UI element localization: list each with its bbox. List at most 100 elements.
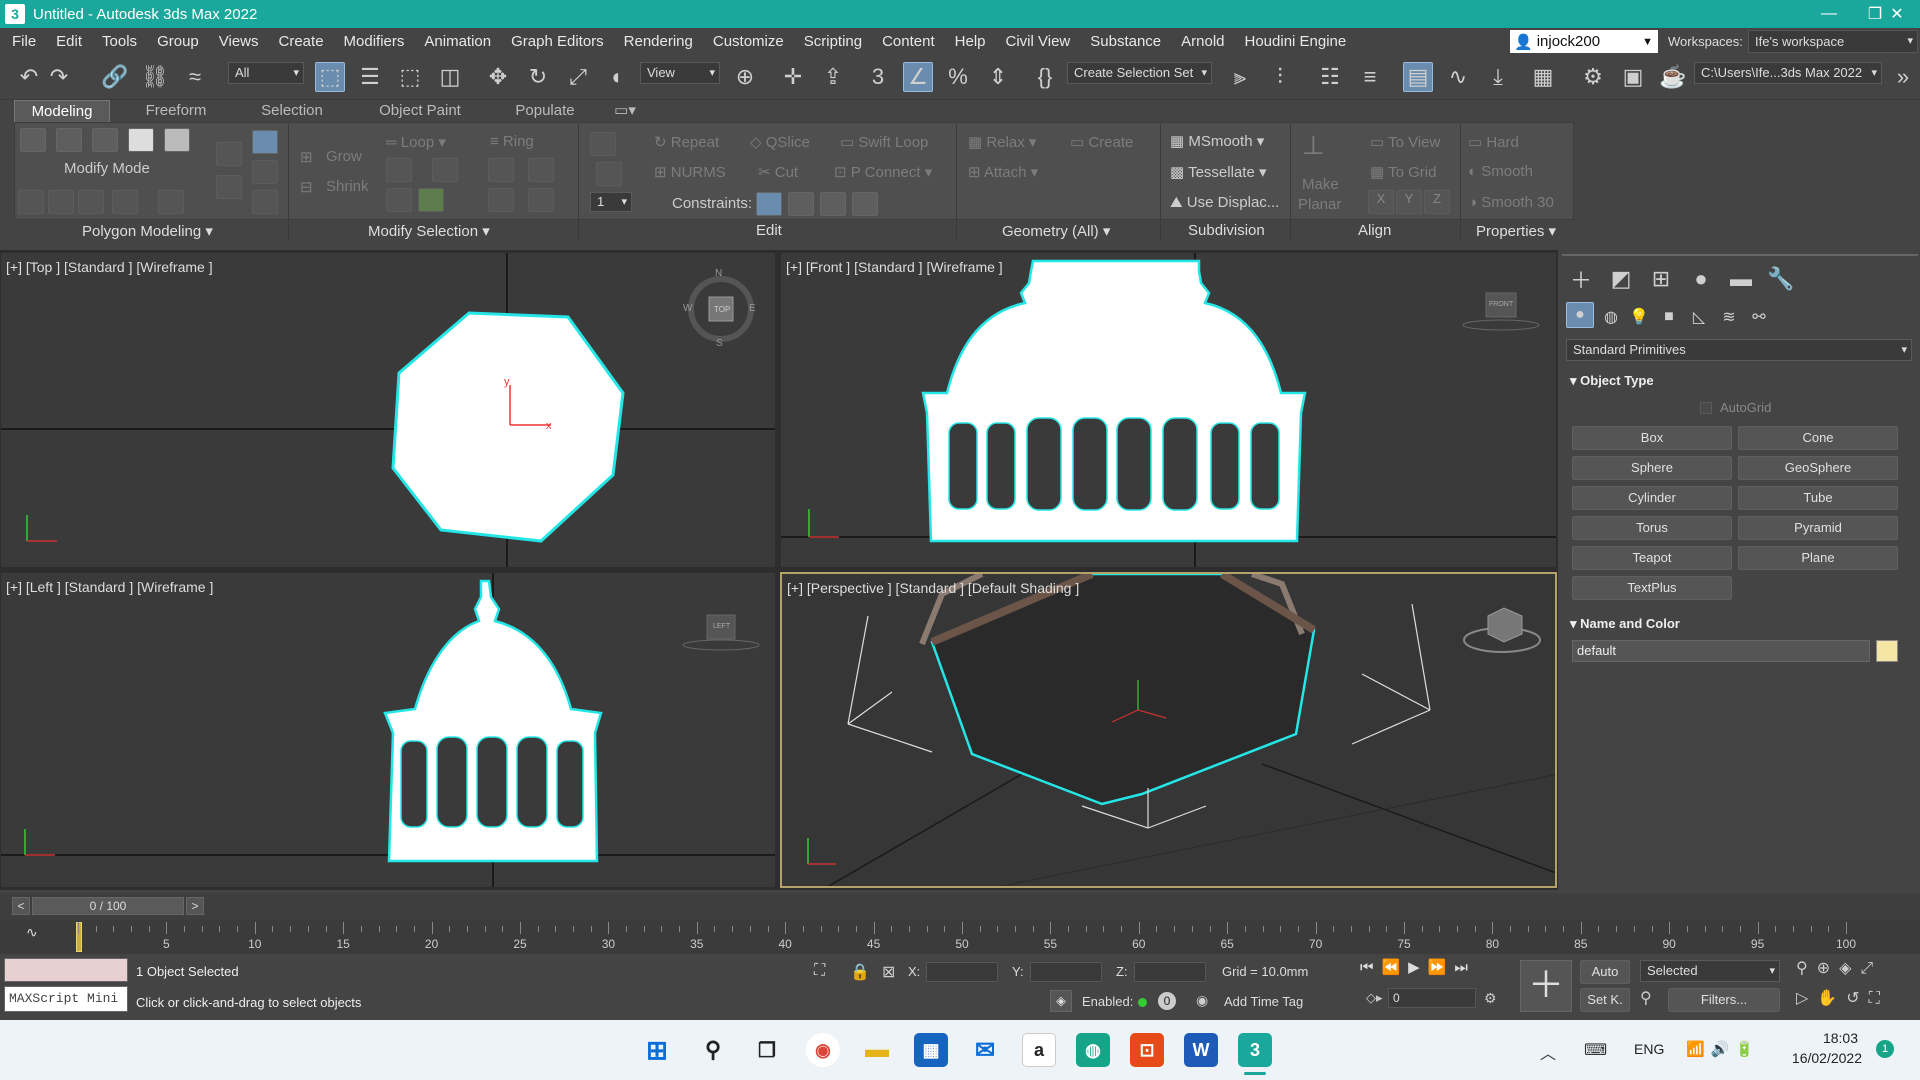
shapes-icon[interactable]: ◍ (1596, 302, 1626, 332)
group-edit[interactable]: Edit (756, 222, 782, 240)
tessellate-button[interactable]: ▩ Tessellate ▾ (1170, 163, 1266, 181)
align-x-button[interactable]: X (1368, 190, 1394, 214)
link-icon[interactable]: 🔗 (100, 62, 130, 92)
make-planar-label-2[interactable]: Planar (1298, 196, 1341, 213)
viewport-navigation-icons-2[interactable]: ▷✋↺⛶ (1796, 988, 1889, 1008)
name-and-color-rollout[interactable]: ▾ Name and Color (1570, 616, 1680, 632)
mirror-icon[interactable]: ⫸ (1225, 62, 1255, 92)
select-by-name-icon[interactable]: ☰ (355, 62, 385, 92)
ignore-backfacing-icon[interactable] (158, 190, 184, 214)
create-button[interactable]: ▭ Create (1070, 133, 1133, 151)
keyboard-shortcut-override-icon[interactable]: ⇪ (818, 62, 848, 92)
playback-controls[interactable]: ⏮⏪▶⏩⏭ (1360, 958, 1476, 976)
3ds-max-icon[interactable]: 3 (1238, 1033, 1272, 1067)
notification-badge[interactable]: 1 (1876, 1040, 1894, 1058)
utilities-panel-icon[interactable]: 🔧 (1766, 264, 1796, 294)
menu-substance[interactable]: Substance (1080, 33, 1171, 50)
edge-icon[interactable] (56, 128, 82, 152)
current-frame-field[interactable]: 0 (1388, 988, 1476, 1008)
enabled-indicator[interactable] (1138, 998, 1147, 1007)
tab-object-paint[interactable]: Object Paint (365, 100, 475, 122)
systems-icon[interactable]: ⚯ (1744, 302, 1774, 332)
grow-button[interactable]: Grow (326, 148, 362, 165)
tab-modeling[interactable]: Modeling (14, 100, 110, 122)
ring-mode-icon[interactable] (528, 188, 554, 212)
ring-select-icon[interactable] (488, 188, 514, 212)
ribbon-options-icon[interactable]: ▭▾ (610, 100, 640, 122)
viewport-left-label[interactable]: [+] [Left ] [Standard ] [Wireframe ] (6, 579, 213, 595)
viewport-front-label[interactable]: [+] [Front ] [Standard ] [Wireframe ] (786, 259, 1003, 275)
ring-button[interactable]: ≡ Ring (490, 133, 534, 150)
search-icon[interactable]: ⚲ (696, 1033, 730, 1067)
p-connect-button[interactable]: ⊡ P Connect ▾ (834, 163, 932, 181)
maxscript-listener-output[interactable] (4, 958, 128, 982)
clock-date[interactable]: 16/02/2022 (1782, 1050, 1862, 1066)
project-folder-dropdown[interactable]: C:\Users\Ife...3ds Max 2022 (1694, 62, 1882, 84)
preserve-uv-icon[interactable] (590, 132, 616, 156)
auto-key-button[interactable]: Auto (1580, 960, 1630, 984)
undo-icon[interactable]: ↶ (14, 62, 44, 92)
chevron-up-icon[interactable]: ︿ (1540, 1040, 1556, 1064)
make-planar-label-1[interactable]: Make (1302, 176, 1339, 193)
object-name-field[interactable]: default (1572, 640, 1870, 662)
display-panel-icon[interactable]: ▬ (1726, 264, 1756, 294)
key-filters-icon[interactable]: ⚲ (1640, 988, 1652, 1008)
group-geometry-all[interactable]: Geometry (All) ▾ (1002, 222, 1110, 240)
tab-selection[interactable]: Selection (240, 100, 344, 122)
time-slider-handle[interactable]: 0 / 100 (32, 897, 184, 915)
attach-button[interactable]: ⊞ Attach ▾ (968, 163, 1038, 181)
pin-stack-icon[interactable] (252, 160, 278, 184)
viewport-top-label[interactable]: [+] [Top ] [Standard ] [Wireframe ] (6, 259, 213, 275)
select-move-icon[interactable]: ✥ (483, 62, 513, 92)
viewport-perspective[interactable]: [+] [Perspective ] [Standard ] [Default … (780, 572, 1557, 888)
maxscript-mini-input[interactable]: MAXScript Mini (4, 986, 128, 1012)
menu-civil-view[interactable]: Civil View (996, 33, 1081, 50)
rectangular-selection-icon[interactable]: ⬚ (395, 62, 425, 92)
menu-rendering[interactable]: Rendering (614, 33, 703, 50)
primitive-category-dropdown[interactable]: Standard Primitives (1566, 339, 1912, 361)
select-scale-icon[interactable]: ⤢ (563, 62, 593, 92)
selection-filter-dropdown[interactable]: All (228, 62, 304, 84)
to-grid-button[interactable]: ▦ To Grid (1370, 163, 1436, 181)
use-displacement-button[interactable]: ⛰ Use Displac... (1170, 194, 1279, 211)
group-polygon-modeling[interactable]: Polygon Modeling ▾ (82, 222, 213, 240)
swift-loop-button[interactable]: ▭ Swift Loop (840, 133, 928, 151)
vertex-icon[interactable] (20, 128, 46, 152)
selection-lock-icon[interactable]: 🔒 (850, 962, 870, 982)
schematic-view-icon[interactable]: ⤓ (1483, 62, 1513, 92)
next-modifier-icon[interactable] (78, 190, 104, 214)
language-indicator[interactable]: ENG (1634, 1041, 1664, 1057)
box-button[interactable]: Box (1572, 426, 1732, 450)
tab-freeform[interactable]: Freeform (124, 100, 228, 122)
preserve-uvs-icon[interactable] (112, 190, 138, 214)
repeat-button[interactable]: ↻ Repeat (654, 133, 719, 151)
viewcube-icon[interactable]: FRONT (1489, 301, 1513, 308)
tab-populate[interactable]: Populate (495, 100, 595, 122)
cone-button[interactable]: Cone (1738, 426, 1898, 450)
isolate-selection-icon[interactable]: ⛶ (814, 962, 825, 980)
toggle-scene-explorer-icon[interactable]: ☷ (1315, 62, 1345, 92)
tag-icon[interactable]: ◉ (1196, 992, 1208, 1009)
material-editor-icon[interactable]: ▦ (1528, 62, 1558, 92)
loop-mode-icon[interactable] (418, 188, 444, 212)
nurms-button[interactable]: ⊞ NURMS (654, 163, 726, 181)
minimize-button[interactable]: — (1806, 0, 1852, 28)
menu-animation[interactable]: Animation (414, 33, 501, 50)
previous-modifier-icon[interactable] (48, 190, 74, 214)
ring-grow-icon[interactable] (488, 158, 514, 182)
menu-views[interactable]: Views (209, 33, 269, 50)
make-unique-icon[interactable] (252, 190, 278, 214)
viewport-front[interactable]: [+] [Front ] [Standard ] [Wireframe ] FR… (780, 252, 1557, 568)
menu-tools[interactable]: Tools (92, 33, 147, 50)
time-tag-icon[interactable]: 0 (1158, 992, 1176, 1010)
menu-group[interactable]: Group (147, 33, 209, 50)
y-coordinate-field[interactable] (1030, 962, 1102, 982)
menu-scripting[interactable]: Scripting (794, 33, 872, 50)
viewcube-icon[interactable]: TOP (714, 305, 730, 314)
window-crossing-icon[interactable]: ◫ (435, 62, 465, 92)
windows-start-icon[interactable]: ⊞ (640, 1033, 674, 1067)
adaptive-degradation-icon[interactable]: ◈ (1050, 990, 1072, 1012)
show-end-result-icon[interactable] (216, 175, 242, 199)
align-icon[interactable]: ⫶ (1265, 62, 1295, 92)
align-y-button[interactable]: Y (1396, 190, 1422, 214)
